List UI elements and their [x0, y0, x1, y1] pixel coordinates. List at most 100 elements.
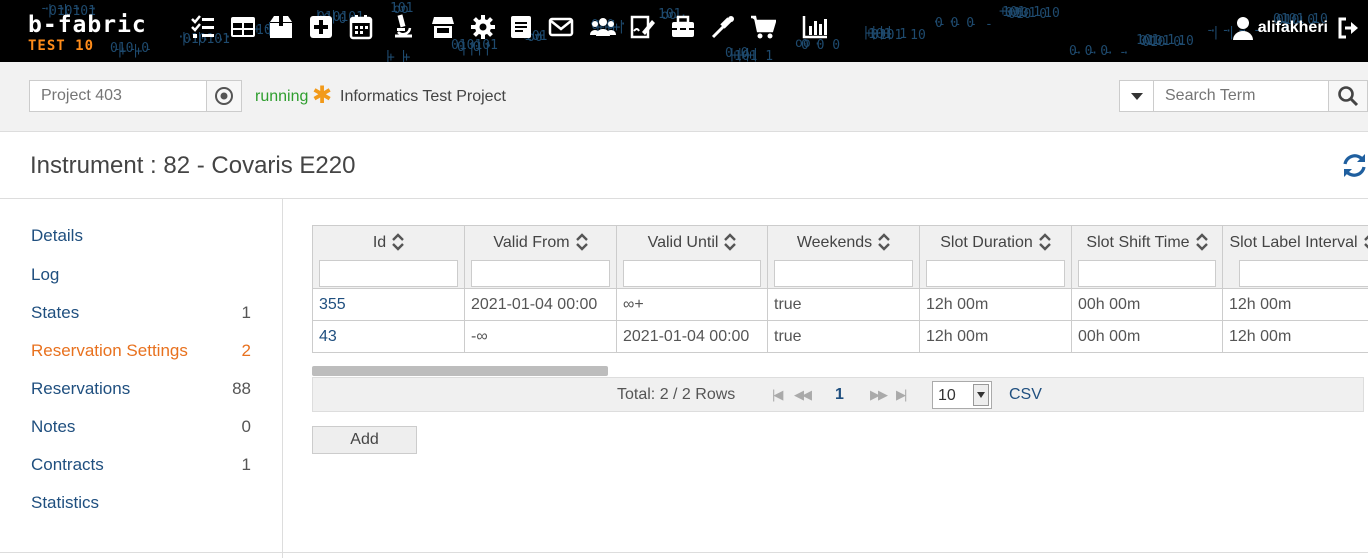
column-header-id[interactable]: Id [312, 225, 465, 289]
search-type-dropdown[interactable] [1119, 80, 1154, 112]
sort-icon[interactable] [392, 233, 405, 251]
top-navigation-bar: - - - -· · · ·| |010101· · ·0 0||||+++10… [0, 0, 1368, 62]
sort-icon[interactable] [575, 233, 588, 251]
environment-label: TEST 10 [28, 38, 95, 54]
add-button[interactable]: Add [312, 426, 417, 454]
last-page-icon[interactable]: ▶| [896, 386, 907, 404]
project-star-icon: ✱ [312, 82, 333, 109]
background-pattern-token: |||| [460, 41, 491, 56]
search-icon [1338, 86, 1359, 107]
sidebar-item-contracts[interactable]: Contracts 1 [31, 454, 251, 476]
store-icon[interactable] [430, 14, 456, 40]
column-header-label: Slot Label Interval [1229, 234, 1358, 251]
sidebar-item-count: 88 [232, 379, 251, 398]
sidebar-item-label: Reservation Settings [31, 341, 188, 360]
search-button[interactable] [1328, 80, 1368, 112]
sidebar-item-reservation-settings[interactable]: Reservation Settings 2 [31, 340, 251, 362]
sidebar-item-label: States [31, 303, 80, 322]
calendar-icon[interactable] [348, 14, 374, 40]
sidebar-item-statistics[interactable]: Statistics [31, 492, 251, 514]
column-header-slot-label-interval[interactable]: Slot Label Interval [1222, 225, 1368, 289]
plus-square-icon[interactable] [308, 14, 334, 40]
column-filter-weekends[interactable] [774, 260, 913, 287]
sidebar-item-log[interactable]: Log [31, 264, 251, 286]
table-header-row: Id Valid From Valid Until Weekends Slot Dura… [312, 225, 1368, 289]
reservation-settings-table: Id Valid From Valid Until Weekends Slot Dura… [312, 225, 1368, 353]
sort-icon[interactable] [1038, 233, 1051, 251]
csv-export-link[interactable]: CSV [1009, 386, 1042, 404]
form-icon[interactable] [508, 14, 534, 40]
horizontal-scrollbar[interactable] [312, 366, 608, 376]
sort-icon[interactable] [1363, 233, 1368, 251]
previous-page-icon[interactable]: ◀◀ [794, 386, 812, 404]
row-total: Total: 2 / 2 Rows [617, 386, 736, 403]
logo[interactable]: b-fabric TEST 10 [28, 12, 147, 54]
table-pager: Total: 2 / 2 Rows |◀ ◀◀ 1 ▶▶ ▶| 10 CSV [312, 377, 1364, 412]
sidebar-item-label: Reservations [31, 379, 131, 398]
pipette-icon[interactable] [710, 14, 736, 40]
record-id-link[interactable]: 43 [319, 328, 337, 345]
target-icon [215, 87, 233, 105]
chart-icon[interactable] [802, 14, 828, 40]
project-input[interactable] [29, 80, 207, 112]
user-icon[interactable] [1232, 16, 1254, 40]
logo-name: b-fabric [28, 12, 147, 38]
table-row[interactable]: 355 2021-01-04 00:00 ∞+ true 12h 00m 00h 00m 1… [312, 288, 1368, 321]
page-size-select[interactable]: 10 [932, 381, 992, 409]
logout-icon[interactable] [1336, 16, 1360, 40]
sort-icon[interactable] [1195, 233, 1208, 251]
sort-icon[interactable] [878, 233, 891, 251]
search-input[interactable] [1153, 80, 1329, 112]
record-id-link[interactable]: 355 [319, 296, 346, 313]
column-filter-slot-shift-time[interactable] [1078, 260, 1216, 287]
users-icon[interactable] [590, 14, 616, 40]
table-body: 355 2021-01-04 00:00 ∞+ true 12h 00m 00h 00m 1… [312, 288, 1368, 353]
tasks-icon[interactable] [190, 14, 216, 40]
envelope-icon[interactable] [548, 14, 574, 40]
signature-icon[interactable] [630, 14, 656, 40]
table-cell-slot-label-interval: 12h 00m [1222, 288, 1368, 321]
sidebar-item-label: Log [31, 265, 60, 284]
sort-icon[interactable] [724, 233, 737, 251]
column-header-label: Id [372, 234, 387, 251]
project-select-button[interactable] [206, 80, 242, 112]
sidebar-item-notes[interactable]: Notes 0 [31, 416, 251, 438]
microscope-icon[interactable] [390, 14, 416, 40]
project-name[interactable]: Informatics Test Project [340, 88, 506, 106]
background-pattern-token: 101 1 [734, 49, 773, 62]
sidebar-item-details[interactable]: Details [31, 225, 251, 247]
column-filter-valid-until[interactable] [623, 260, 761, 287]
column-filter-valid-from[interactable] [471, 260, 610, 287]
current-page[interactable]: 1 [835, 386, 844, 404]
background-pattern-token: · · · · [1075, 46, 1130, 61]
column-header-valid-from[interactable]: Valid From [464, 225, 617, 289]
column-filter-slot-duration[interactable] [926, 260, 1065, 287]
column-header-weekends[interactable]: Weekends [767, 225, 920, 289]
sidebar-item-reservations[interactable]: Reservations 88 [31, 378, 251, 400]
username[interactable]: alifakheri [1258, 19, 1328, 37]
cart-icon[interactable] [750, 14, 776, 40]
background-pattern-token: - - - [1145, 36, 1184, 51]
first-page-icon[interactable]: |◀ [772, 386, 783, 404]
column-filter-slot-label-interval[interactable] [1239, 260, 1368, 287]
table-cell-slot-duration: 12h 00m [919, 288, 1072, 321]
box-icon[interactable] [268, 14, 294, 40]
column-header-slot-duration[interactable]: Slot Duration [919, 225, 1072, 289]
column-header-label: Valid From [493, 234, 570, 251]
column-header-slot-shift-time[interactable]: Slot Shift Time [1071, 225, 1223, 289]
toolbox-icon[interactable] [670, 14, 696, 40]
table-cell-valid-until: 2021-01-04 00:00 [616, 320, 768, 353]
gear-icon[interactable] [470, 14, 496, 40]
column-filter-id[interactable] [319, 260, 458, 287]
reservation-settings-table-container: Id Valid From Valid Until Weekends Slot Dura… [312, 225, 1368, 353]
background-pattern-token: + + [387, 50, 411, 62]
next-page-icon[interactable]: ▶▶ [870, 386, 888, 404]
sidebar-item-label: Statistics [31, 493, 100, 512]
table-icon[interactable] [230, 14, 256, 40]
refresh-icon[interactable] [1341, 152, 1368, 179]
sidebar-item-states[interactable]: States 1 [31, 302, 251, 324]
page-size-value: 10 [938, 387, 956, 404]
table-row[interactable]: 43 -∞ 2021-01-04 00:00 true 12h 00m 00h 00m 12… [312, 320, 1368, 353]
column-header-valid-until[interactable]: Valid Until [616, 225, 768, 289]
column-header-label: Weekends [796, 234, 873, 251]
